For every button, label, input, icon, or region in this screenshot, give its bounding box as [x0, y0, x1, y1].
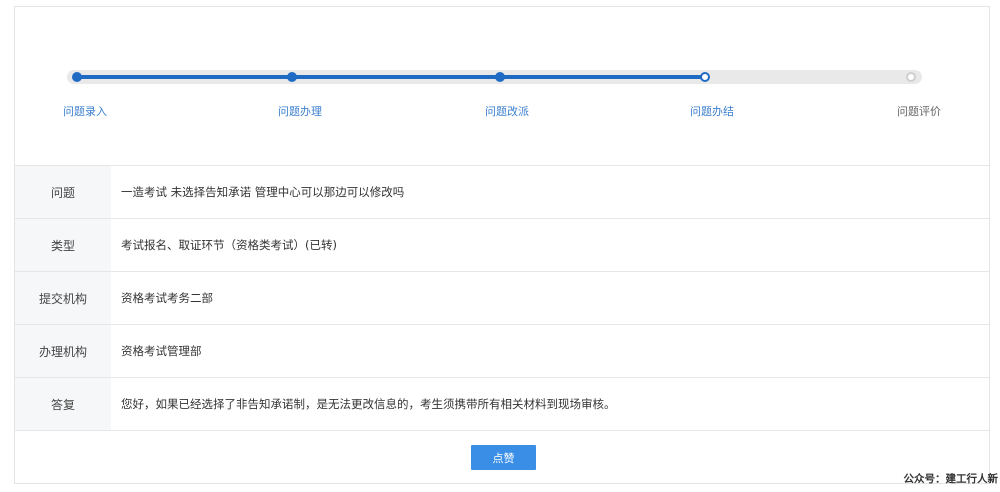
watermark-text: 公众号：建工行人新: [903, 473, 999, 485]
issue-info-table: 问题 一造考试 未选择告知承诺 管理中心可以那边可以修改吗 类型 考试报名、取证…: [15, 165, 989, 431]
progress-fill: [77, 75, 704, 79]
step-label-reassign: 问题改派: [485, 105, 529, 118]
table-row: 类型 考试报名、取证环节（资格类考试）(已转): [15, 219, 989, 272]
step-label-handle: 问题办理: [278, 105, 322, 118]
step-label-entry: 问题录入: [63, 105, 107, 118]
table-row: 答复 您好，如果已经选择了非告知承诺制，是无法更改信息的，考生须携带所有相关材料…: [15, 378, 989, 431]
step-dot-close: [700, 72, 710, 82]
row-value-handle-org: 资格考试管理部: [121, 344, 202, 358]
issue-detail-panel: 问题录入 问题办理 问题改派 问题办结 问题评价 问题 一造考试 未选择告知承诺…: [14, 6, 990, 484]
table-row: 办理机构 资格考试管理部: [15, 325, 989, 378]
step-dot-reassign: [495, 72, 505, 82]
step-dot-handle: [287, 72, 297, 82]
row-value-type: 考试报名、取证环节（资格类考试）(已转): [121, 238, 337, 252]
row-value-question: 一造考试 未选择告知承诺 管理中心可以那边可以修改吗: [121, 185, 405, 199]
row-label-reply: 答复: [15, 378, 111, 430]
row-value-reply: 您好，如果已经选择了非告知承诺制，是无法更改信息的，考生须携带所有相关材料到现场…: [121, 397, 616, 411]
table-row: 提交机构 资格考试考务二部: [15, 272, 989, 325]
step-dot-entry: [72, 72, 82, 82]
step-label-close: 问题办结: [690, 105, 734, 118]
row-label-question: 问题: [15, 166, 111, 218]
row-label-submit-org: 提交机构: [15, 272, 111, 324]
like-button[interactable]: 点赞: [471, 445, 536, 470]
row-label-handle-org: 办理机构: [15, 325, 111, 377]
step-label-evaluate: 问题评价: [897, 105, 941, 118]
row-label-type: 类型: [15, 219, 111, 271]
progress-steps: 问题录入 问题办理 问题改派 问题办结 问题评价: [15, 7, 989, 165]
step-dot-evaluate: [906, 72, 916, 82]
table-row: 问题 一造考试 未选择告知承诺 管理中心可以那边可以修改吗: [15, 166, 989, 219]
row-value-submit-org: 资格考试考务二部: [121, 291, 213, 305]
